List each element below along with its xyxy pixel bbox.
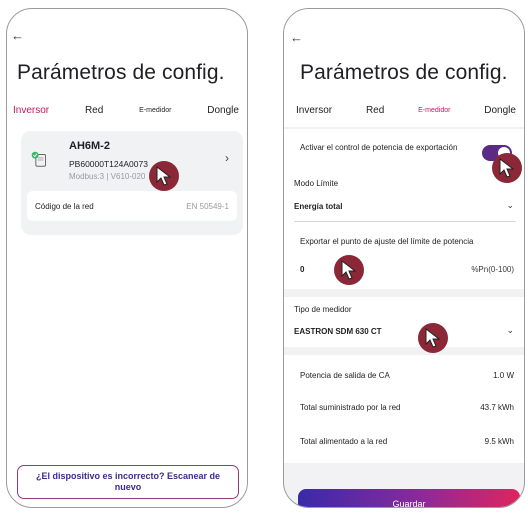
page-title: Parámetros de config. [300, 61, 508, 84]
grid-code-label: Código de la red [35, 201, 94, 211]
grid-code-row[interactable]: Código de la red EN 50549-1 [27, 191, 237, 221]
rescan-button[interactable]: ¿El dispositivo es incorrecto? Escanear … [17, 465, 239, 499]
tab-inversor[interactable]: Inversor [13, 105, 49, 116]
save-button[interactable]: Guardar [298, 489, 520, 507]
metric-value: 43.7 kWh [480, 403, 514, 412]
chevron-down-icon[interactable]: ⌄ [506, 325, 514, 336]
tab-bar: Inversor Red E-medidor Dongle [296, 105, 516, 116]
device-serial: PB60000T124A0073 [69, 159, 148, 169]
metric-label: Total alimentado a la red [300, 437, 388, 446]
back-arrow-icon[interactable]: ← [11, 29, 24, 42]
chevron-down-icon[interactable]: ⌄ [506, 200, 514, 211]
tab-red[interactable]: Red [85, 105, 103, 116]
export-control-label: Activar el control de potencia de export… [300, 143, 458, 152]
tab-dongle[interactable]: Dongle [484, 105, 516, 116]
limit-mode-label: Modo Límite [294, 179, 339, 188]
export-setpoint-input[interactable]: 0 [300, 265, 304, 274]
pointer-cursor-icon [418, 323, 448, 353]
metric-label: Potencia de salida de CA [300, 371, 390, 380]
meter-type-label: Tipo de medidor [294, 305, 352, 314]
phone-screen-inverter: ← Parámetros de config. Inversor Red E-m… [6, 8, 248, 508]
divider [294, 221, 516, 222]
phone-screen-emeter: ← Parámetros de config. Inversor Red E-m… [283, 8, 525, 508]
pointer-cursor-icon [334, 255, 364, 285]
inverter-device-icon [31, 151, 47, 167]
meter-type-value[interactable]: EASTRON SDM 630 CT [294, 327, 382, 336]
device-name: AH6M-2 [69, 140, 110, 152]
tab-red[interactable]: Red [366, 105, 384, 116]
device-card[interactable]: AH6M-2 PB60000T124A0073 Modbus:3 | V610-… [21, 131, 243, 235]
device-firmware: Modbus:3 | V610-020 [69, 172, 146, 181]
tab-e-medidor[interactable]: E-medidor [418, 107, 450, 114]
export-setpoint-range: %Pn(0-100) [471, 265, 514, 274]
page-title: Parámetros de config. [17, 61, 225, 84]
metric-value: 1.0 W [493, 371, 514, 380]
tab-bar: Inversor Red E-medidor Dongle [13, 105, 239, 116]
pointer-cursor-icon [492, 153, 522, 183]
tab-inversor[interactable]: Inversor [296, 105, 332, 116]
back-arrow-icon[interactable]: ← [290, 31, 303, 44]
grid-code-value: EN 50549-1 [186, 201, 229, 211]
pointer-cursor-icon [149, 161, 179, 191]
tab-e-medidor[interactable]: E-medidor [139, 107, 171, 114]
chevron-right-icon[interactable]: › [225, 151, 229, 165]
tab-dongle[interactable]: Dongle [207, 105, 239, 116]
export-setpoint-label: Exportar el punto de ajuste del límite d… [300, 237, 474, 246]
metric-value: 9.5 kWh [484, 437, 514, 446]
limit-mode-value[interactable]: Energía total [294, 202, 342, 211]
metric-label: Total suministrado por la red [300, 403, 401, 412]
